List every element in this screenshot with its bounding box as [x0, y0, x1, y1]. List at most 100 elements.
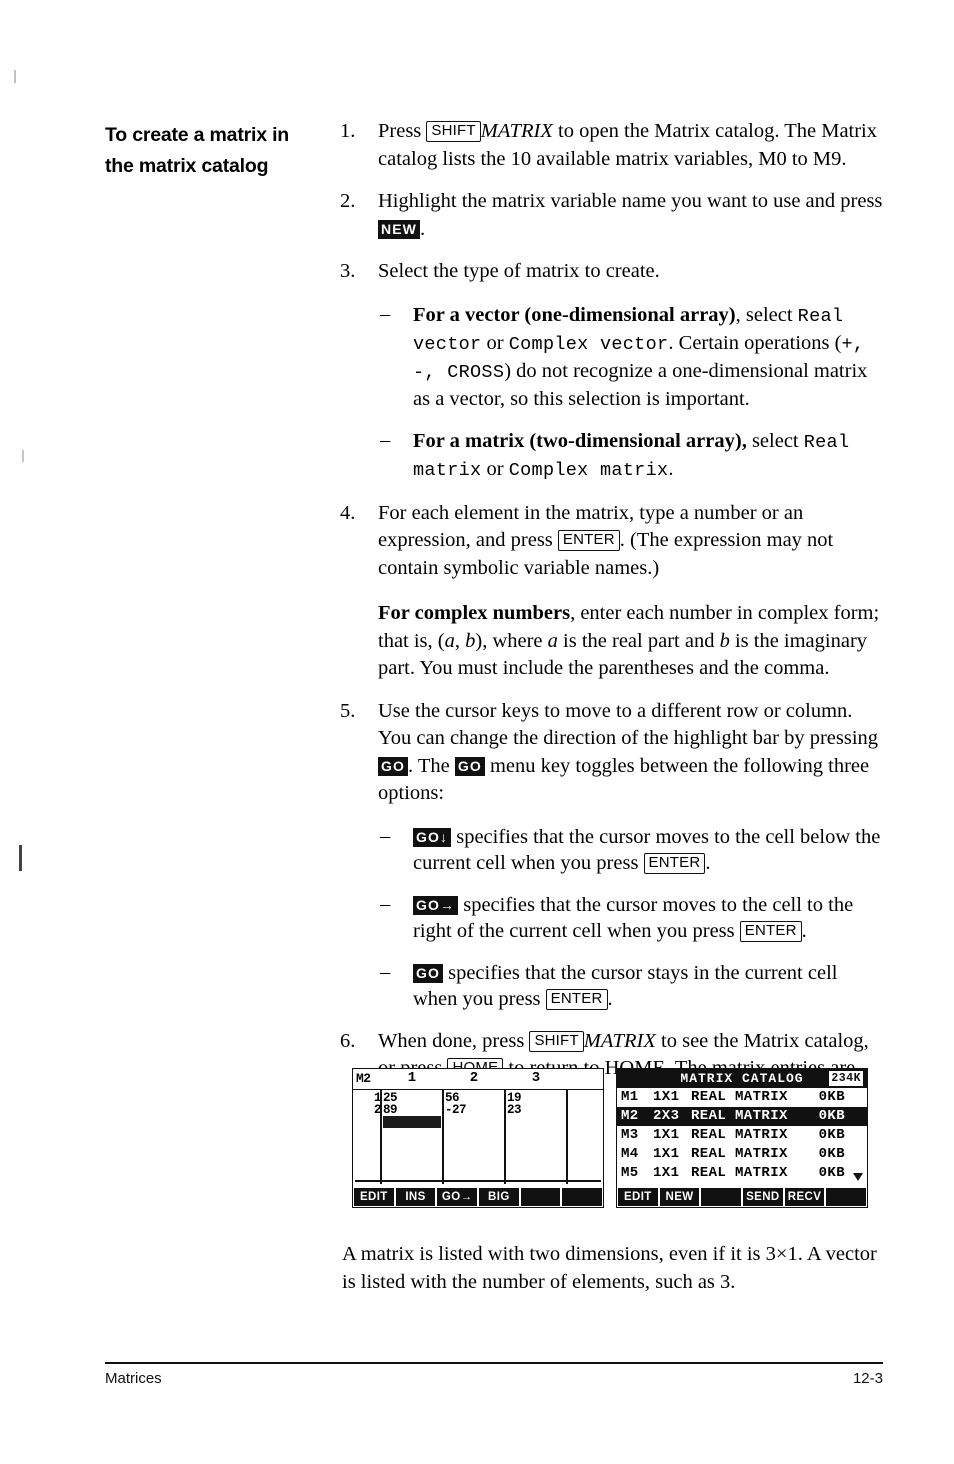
- catalog-row-selected[interactable]: M2 2X3 REAL MATRIX 0KB: [617, 1107, 867, 1126]
- step-number: 6.: [340, 1029, 356, 1052]
- catalog-row[interactable]: M4 1X1 REAL MATRIX 0KB: [617, 1145, 867, 1164]
- free-memory-badge: 234K: [829, 1071, 863, 1086]
- body-text: Use the cursor keys to move to a differe…: [378, 699, 879, 750]
- softkey-send[interactable]: SEND: [743, 1188, 783, 1206]
- matrix-row-number-2: 2: [373, 1103, 382, 1117]
- catalog-row-size: 0KB: [818, 1165, 845, 1181]
- step-number: 5.: [340, 699, 356, 722]
- body-text: , select: [735, 303, 798, 326]
- procedure-step-list: 1. Press SHIFT MATRIX to open the Matrix c…: [338, 118, 883, 1125]
- emphasis-bold: For a matrix (two-dimensional array),: [413, 429, 747, 452]
- softkey-edit[interactable]: EDIT: [354, 1188, 394, 1206]
- body-text: When done, press: [378, 1029, 530, 1052]
- emphasis-italic: MATRIX: [480, 120, 553, 142]
- step-text: Use the cursor keys to move to a differe…: [378, 698, 883, 808]
- manual-page: To create a matrix in the matrix catalog…: [0, 0, 954, 1464]
- body-text: ), where: [475, 629, 548, 652]
- procedure-step-5: 5. Use the cursor keys to move to a diffe…: [338, 698, 883, 1012]
- grid-baseline: [355, 1180, 601, 1182]
- soft-menu-key: GO↓: [413, 827, 452, 847]
- step-bullet-2: – For a matrix (two-dimensional array), s…: [378, 428, 883, 484]
- catalog-row[interactable]: M5 1X1 REAL MATRIX 0KB: [617, 1164, 867, 1183]
- body-text: or: [481, 331, 509, 354]
- catalog-row-type: REAL MATRIX: [691, 1127, 788, 1143]
- body-text: .: [668, 457, 674, 480]
- soft-menu-key: GO: [413, 963, 443, 983]
- softkey-blank-2[interactable]: [562, 1188, 603, 1206]
- matrix-editor-header: M2 1 2 3: [353, 1069, 603, 1090]
- scan-artifact: [14, 70, 16, 83]
- catalog-row-name: M1: [621, 1089, 639, 1105]
- calculator-literal: Complex vector: [508, 333, 669, 355]
- soft-menu-key: GO: [454, 756, 485, 776]
- softkey-new[interactable]: NEW: [659, 1188, 700, 1206]
- step-text-secondary: For complex numbers, enter each number i…: [378, 600, 883, 683]
- catalog-row-dim: 1X1: [653, 1146, 680, 1162]
- softkey-ins[interactable]: INS: [395, 1188, 436, 1206]
- matrix-cell-r2c3[interactable]: 23: [507, 1103, 522, 1117]
- step-bullet-2: – GO→ specifies that the cursor moves to …: [378, 892, 883, 944]
- body-text: ,: [454, 629, 466, 652]
- grid-line: [504, 1090, 506, 1184]
- catalog-row-size: 0KB: [818, 1089, 845, 1105]
- softkey-go[interactable]: GO→: [437, 1188, 478, 1206]
- step-bullet-list: – For a vector (one-dimensional array), s…: [378, 302, 883, 484]
- body-text: . Certain operations (: [668, 331, 842, 354]
- emphasis-italic: a: [547, 629, 558, 652]
- hardware-key: SHIFT: [426, 121, 481, 142]
- procedure-step-3: 3. Select the type of matrix to create. – F…: [338, 258, 883, 484]
- body-text: select: [746, 429, 804, 452]
- softkey-big[interactable]: BIG: [479, 1188, 519, 1206]
- body-text: .: [419, 217, 426, 240]
- bullet-dash-icon: –: [380, 960, 391, 983]
- scan-artifact: [22, 450, 24, 462]
- matrix-cell-r2c1[interactable]: 89: [383, 1103, 398, 1117]
- procedure-step-4: 4. For each element in the matrix, type a…: [338, 500, 883, 683]
- body-text: is the real part and: [557, 629, 720, 652]
- section-heading: To create a matrix in the matrix catalog: [105, 124, 290, 177]
- hardware-key: ENTER: [739, 920, 802, 942]
- step-bullet-3: – GO specifies that the cursor stays in t…: [378, 960, 883, 1012]
- catalog-row-type: REAL MATRIX: [691, 1089, 788, 1105]
- catalog-row-name: M2: [621, 1108, 639, 1124]
- figure-matrix-catalog: MATRIX CATALOG 234K M1 1X1 REAL MATRIX 0KB …: [616, 1068, 868, 1208]
- bullet-dash-icon: –: [380, 302, 391, 325]
- matrix-editor-grid: 1 2 25 56 19 89 -27 23: [353, 1090, 603, 1186]
- softkey-bar-catalog: EDIT NEW SEND RECV: [617, 1187, 867, 1207]
- matrix-cell-r2c2[interactable]: -27: [445, 1103, 467, 1117]
- step-bullet-1: – For a vector (one-dimensional array), s…: [378, 302, 883, 412]
- bullet-dash-icon: –: [380, 428, 391, 451]
- catalog-row-list: M1 1X1 REAL MATRIX 0KB M2 2X3 REAL MATRIX 0KB …: [617, 1088, 867, 1183]
- body-text: or: [481, 457, 509, 480]
- softkey-blank-1[interactable]: [701, 1188, 742, 1206]
- figure-matrix-editor: M2 1 2 3 1 2 25 56 19 89 -27 23 EDIT INS…: [352, 1068, 604, 1208]
- soft-menu-key: NEW: [378, 219, 420, 239]
- softkey-edit[interactable]: EDIT: [618, 1188, 658, 1206]
- catalog-row[interactable]: M3 1X1 REAL MATRIX 0KB: [617, 1126, 867, 1145]
- softkey-blank-1[interactable]: [520, 1188, 561, 1206]
- body-text: Highlight the matrix variable name you w…: [378, 190, 883, 212]
- step-bullet-1: – GO↓ specifies that the cursor moves to …: [378, 824, 883, 876]
- page-footer: Matrices 12-3: [105, 1370, 883, 1387]
- procedure-step-2: 2. Highlight the matrix variable name you…: [338, 188, 883, 243]
- scroll-down-arrow-icon[interactable]: [853, 1173, 863, 1181]
- body-text: . The: [407, 754, 455, 777]
- catalog-row-name: M5: [621, 1165, 639, 1181]
- catalog-row-name: M3: [621, 1127, 639, 1143]
- soft-menu-key: GO: [378, 756, 408, 776]
- softkey-recv[interactable]: RECV: [784, 1188, 825, 1206]
- footer-chapter-name: Matrices: [105, 1370, 162, 1387]
- body-text: Select the type of matrix to create.: [378, 260, 660, 282]
- catalog-row-type: REAL MATRIX: [691, 1165, 788, 1181]
- emphasis-italic: b: [465, 629, 476, 652]
- catalog-row[interactable]: M1 1X1 REAL MATRIX 0KB: [617, 1088, 867, 1107]
- softkey-blank-2[interactable]: [826, 1188, 867, 1206]
- hardware-key: ENTER: [643, 852, 706, 874]
- matrix-cursor-highlight: [383, 1116, 441, 1128]
- footer-rule: [105, 1362, 883, 1365]
- hardware-key: SHIFT: [529, 1030, 584, 1052]
- emphasis-bold: For a vector (one-dimensional array): [413, 303, 736, 326]
- step-number: 1.: [340, 120, 356, 142]
- step-number: 3.: [340, 260, 356, 282]
- catalog-row-dim: 1X1: [653, 1127, 680, 1143]
